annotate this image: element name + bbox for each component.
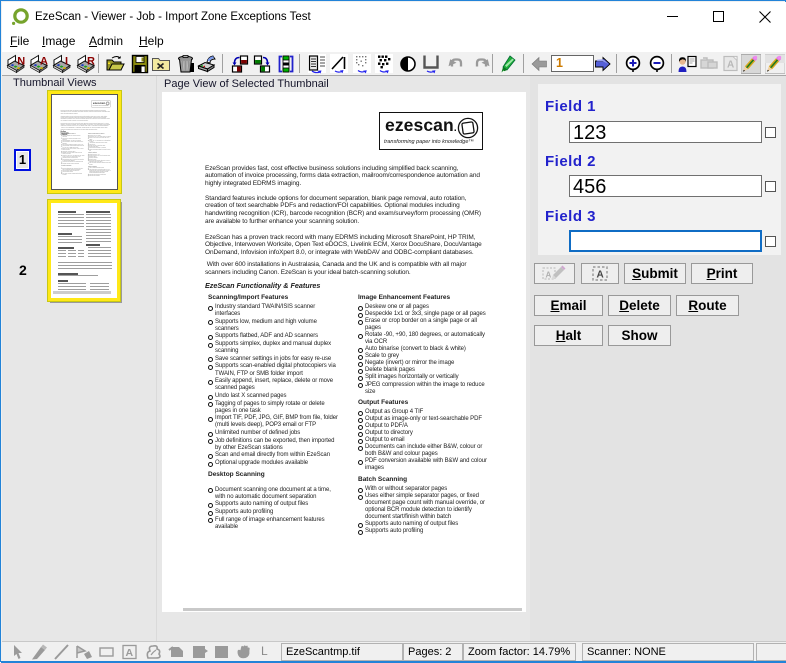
svg-text:A: A — [40, 56, 48, 68]
svg-text:A: A — [727, 60, 734, 71]
svg-text:R: R — [87, 56, 95, 68]
svg-text:N: N — [17, 56, 25, 68]
svg-text:A: A — [545, 271, 551, 280]
svg-text:I: I — [65, 56, 68, 68]
svg-text:A: A — [597, 270, 604, 281]
svg-text:A: A — [126, 647, 134, 659]
